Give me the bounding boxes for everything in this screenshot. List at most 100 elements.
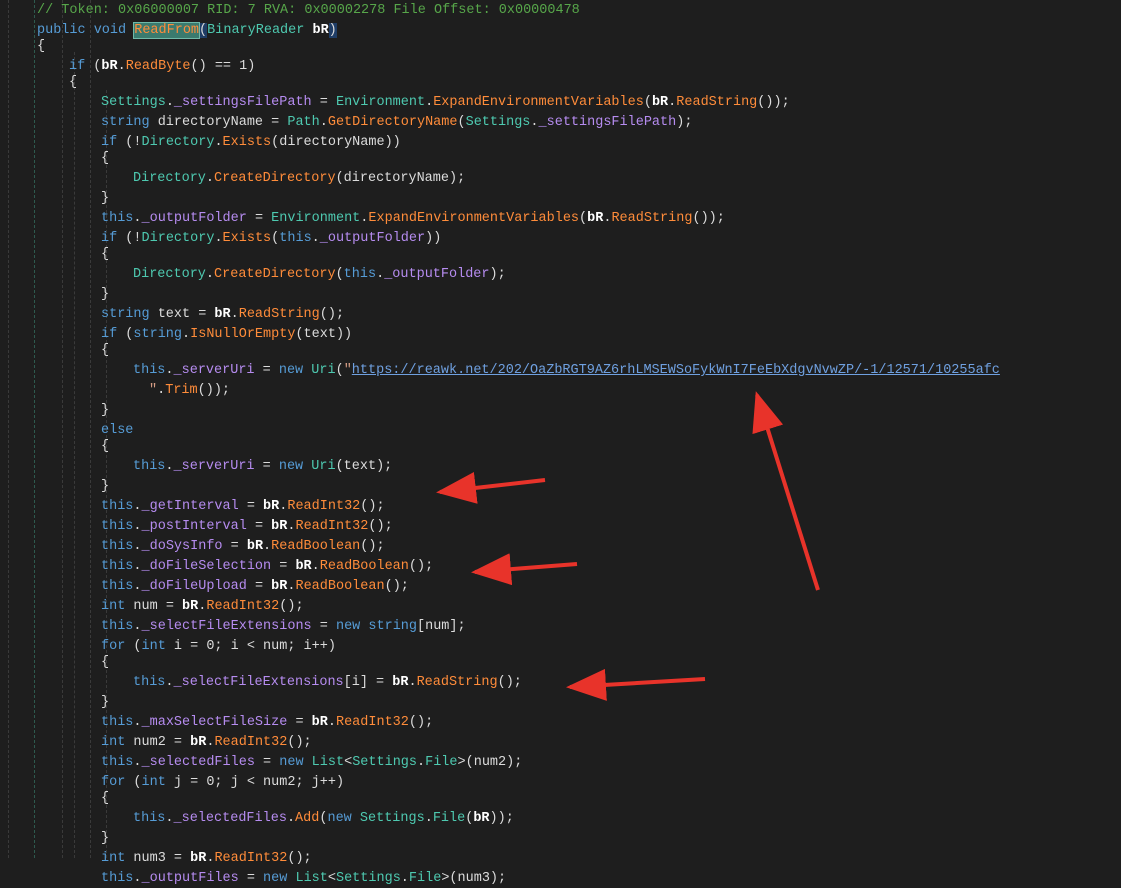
method-name[interactable]: Exists	[223, 135, 272, 150]
code-text: .	[165, 459, 174, 474]
keyword: string	[101, 115, 150, 130]
method-name[interactable]: ReadInt32	[287, 499, 360, 514]
code-text: >(num2);	[457, 755, 523, 770]
type-name[interactable]: Directory	[142, 231, 215, 246]
code-text: {	[69, 75, 78, 90]
code-text: =	[246, 579, 272, 594]
method-name[interactable]: ExpandEnvironmentVariables	[433, 95, 644, 110]
type-name[interactable]: Settings	[352, 755, 417, 770]
method-name[interactable]: ReadString	[417, 675, 498, 690]
method-name[interactable]: Add	[295, 811, 319, 826]
type-name[interactable]: List	[312, 755, 344, 770]
code-text: .	[133, 579, 142, 594]
type-name[interactable]: Settings	[466, 115, 531, 130]
type-name[interactable]: Directory	[142, 135, 215, 150]
method-name[interactable]: ExpandEnvironmentVariables	[368, 211, 579, 226]
method-name[interactable]: ReadString	[239, 307, 320, 322]
method-name[interactable]: ReadBoolean	[271, 539, 360, 554]
code-text: .	[408, 675, 417, 690]
code-text: {	[101, 343, 110, 358]
code-text: =	[287, 715, 312, 730]
method-name[interactable]: Trim	[165, 383, 197, 398]
type-name[interactable]: Settings	[360, 811, 425, 826]
type-name[interactable]: Uri	[311, 459, 335, 474]
indent-guide	[62, 0, 63, 858]
code-text: num3 =	[125, 851, 191, 866]
code-text: (	[125, 775, 142, 790]
method-name[interactable]: Exists	[223, 231, 272, 246]
type-name[interactable]: File	[409, 871, 441, 886]
code-line-brace: {	[101, 150, 109, 168]
code-line: if (!Directory.Exists(directoryName))	[101, 134, 401, 152]
code-text: ();	[368, 519, 393, 534]
code-text: .	[214, 135, 223, 150]
method-name[interactable]: CreateDirectory	[214, 267, 336, 282]
method-name[interactable]: ReadInt32	[214, 851, 287, 866]
keyword: this	[101, 715, 134, 730]
type-name[interactable]: Directory	[133, 171, 206, 186]
code-editor[interactable]: // Token: 0x06000007 RID: 7 RVA: 0x00002…	[0, 0, 1121, 886]
parameter: bR	[295, 559, 312, 574]
method-name[interactable]: ReadInt32	[206, 599, 279, 614]
code-text: num =	[125, 599, 183, 614]
method-name[interactable]: GetDirectoryName	[328, 115, 458, 130]
type-name[interactable]: Directory	[133, 267, 206, 282]
code-text: ());	[692, 211, 725, 226]
type-name[interactable]: Environment	[271, 211, 360, 226]
code-line: // Token: 0x06000007 RID: 7 RVA: 0x00002…	[37, 2, 580, 20]
code-text: .	[133, 519, 142, 534]
method-name[interactable]: ReadInt32	[336, 715, 409, 730]
code-text: ();	[287, 851, 312, 866]
code-line: this._outputFiles = new List<Settings.Fi…	[101, 870, 506, 888]
method-name[interactable]: IsNullOrEmpty	[190, 327, 295, 342]
type-name[interactable]: List	[295, 871, 327, 886]
keyword: int	[101, 851, 126, 866]
code-text: =	[311, 619, 336, 634]
code-text: =	[222, 539, 247, 554]
type-name[interactable]: File	[433, 811, 465, 826]
parameter: bR	[587, 211, 604, 226]
code-line: this._doFileUpload = bR.ReadBoolean();	[101, 578, 409, 596]
method-name[interactable]: ReadString	[611, 211, 692, 226]
type-name[interactable]: File	[425, 755, 457, 770]
field-name: _serverUri	[173, 363, 255, 378]
type-name[interactable]: Settings	[101, 95, 166, 110]
field-name: _settingsFilePath	[538, 115, 677, 130]
url-link[interactable]: https://reawk.net/202/OaZbRGT9AZ6rhLMSEW…	[352, 363, 1000, 378]
code-text: .	[165, 95, 174, 110]
code-text: <	[344, 755, 353, 770]
field-name: _settingsFilePath	[173, 95, 312, 110]
code-text: j = 0; j < num2; j++)	[165, 775, 345, 790]
type-name[interactable]: BinaryReader	[207, 23, 304, 38]
keyword: this	[101, 619, 134, 634]
method-name[interactable]: ReadBoolean	[295, 579, 384, 594]
method-name[interactable]: ReadInt32	[214, 735, 287, 750]
code-line-brace: {	[101, 342, 109, 360]
code-text: .	[311, 559, 320, 574]
code-text: .	[425, 95, 434, 110]
type-name[interactable]: Uri	[311, 363, 335, 378]
selected-method-name[interactable]: ReadFrom	[133, 22, 201, 39]
code-text: ();	[319, 307, 345, 322]
keyword: new	[263, 871, 288, 886]
method-name[interactable]: ReadBoolean	[320, 559, 409, 574]
method-name[interactable]: ReadString	[676, 95, 757, 110]
keyword: public void	[37, 23, 135, 38]
method-name[interactable]: ReadByte	[126, 59, 191, 74]
method-name[interactable]: CreateDirectory	[214, 171, 336, 186]
keyword: int	[141, 639, 166, 654]
code-line: int num2 = bR.ReadInt32();	[101, 734, 312, 752]
keyword: this	[279, 231, 312, 246]
code-line: this._selectedFiles.Add(new Settings.Fil…	[133, 810, 514, 828]
method-name[interactable]: ReadInt32	[295, 519, 368, 534]
parameter: bR	[392, 675, 409, 690]
type-name[interactable]: Path	[287, 115, 319, 130]
code-text: .	[133, 715, 142, 730]
type-name[interactable]: Environment	[336, 95, 425, 110]
indent-guide	[90, 0, 91, 858]
keyword: string	[133, 327, 183, 342]
code-line-brace: {	[69, 74, 77, 92]
code-text: {	[101, 791, 110, 806]
type-name[interactable]: Settings	[336, 871, 401, 886]
